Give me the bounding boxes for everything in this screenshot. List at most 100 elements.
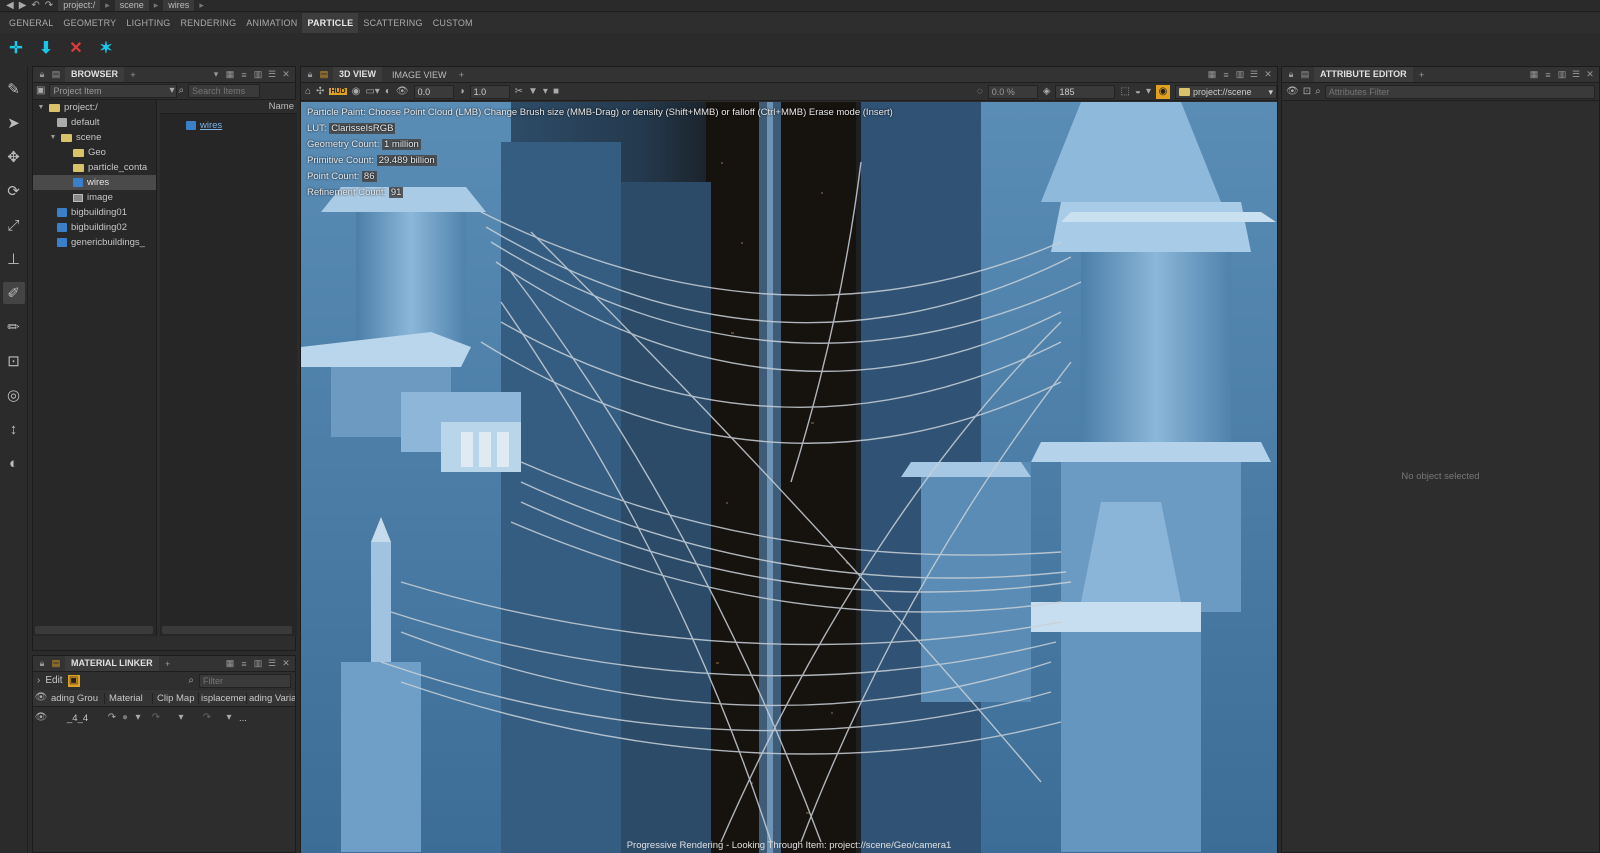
close-icon[interactable]: ✕	[281, 658, 291, 669]
columns-icon[interactable]: ▥	[253, 658, 263, 669]
filter-input[interactable]	[199, 673, 291, 688]
tree-item-project[interactable]: ▼ project:/	[33, 100, 156, 115]
tab-lighting[interactable]: LIGHTING	[121, 13, 175, 33]
render-mode-icon[interactable]: ◒	[1135, 86, 1141, 97]
color-swatch-icon[interactable]: ◐	[3, 452, 25, 474]
select-icon[interactable]: ➤	[3, 112, 25, 134]
create-icon[interactable]: ✛	[6, 39, 26, 59]
chevron-down-icon[interactable]: ▾	[543, 86, 548, 97]
tree-scrollbar[interactable]	[35, 626, 153, 634]
eye-icon[interactable]: 👁︎	[396, 86, 409, 97]
video-camera-icon[interactable]: ■	[553, 86, 559, 97]
add-tab-icon[interactable]: +	[457, 70, 467, 80]
delete-icon[interactable]: ✕	[66, 39, 86, 59]
panel-menu-icon[interactable]: ▤	[319, 69, 329, 80]
panel-menu-icon[interactable]: ▤	[51, 69, 61, 80]
home-icon[interactable]: ⌂	[305, 86, 311, 97]
columns-icon[interactable]: ▥	[253, 69, 263, 80]
breadcrumb-wires[interactable]: wires	[163, 0, 195, 11]
visibility-icon[interactable]: 👁︎	[1286, 86, 1299, 97]
tab-general[interactable]: GENERAL	[4, 13, 58, 33]
breadcrumb-scene[interactable]: scene	[114, 0, 149, 11]
brush-icon[interactable]: ✏	[3, 316, 25, 338]
chevron-down-icon[interactable]: ▾	[1146, 86, 1151, 97]
chevron-down-icon[interactable]: ▾	[219, 713, 239, 723]
column-shading-variable[interactable]: ading Varia	[247, 693, 295, 704]
tab-animation[interactable]: ANIMATION	[241, 13, 302, 33]
grid-icon[interactable]: ▦	[225, 658, 235, 669]
tree-item-wires[interactable]: wires	[33, 175, 156, 190]
move-icon[interactable]: ✥	[3, 146, 25, 168]
picker-icon[interactable]: ✎	[3, 78, 25, 100]
attributes-filter-input[interactable]	[1324, 84, 1595, 99]
tab-image-view[interactable]: IMAGE VIEW	[386, 70, 453, 80]
breadcrumb-project[interactable]: project:/	[58, 0, 101, 11]
column-clip-map[interactable]: Clip Map	[153, 692, 199, 704]
tree-item-default[interactable]: default	[33, 115, 156, 130]
menu-icon[interactable]: ☰	[1571, 69, 1581, 80]
tab-particle[interactable]: PARTICLE	[302, 13, 359, 33]
column-displacement[interactable]: isplacemen	[199, 692, 247, 704]
rotate-icon[interactable]: ⟳	[3, 180, 25, 202]
camera-lens-icon[interactable]: ◉	[352, 86, 361, 97]
snapshot-icon[interactable]: ⬚	[1120, 86, 1129, 97]
context-select[interactable]: project://scene ▾	[1175, 84, 1277, 99]
tab-custom[interactable]: CUSTOM	[428, 13, 478, 33]
lock-icon[interactable]: 🔒︎	[37, 69, 47, 80]
measure-icon[interactable]: ↕	[3, 418, 25, 440]
menu-icon[interactable]: ☰	[267, 658, 277, 669]
tree-item-bigbuilding01[interactable]: bigbuilding01	[33, 205, 156, 220]
render-view[interactable]	[301, 102, 1277, 853]
add-tab-icon[interactable]: +	[1417, 70, 1427, 80]
edit-menu[interactable]: Edit	[45, 675, 62, 686]
visibility-icon[interactable]: 👁︎	[33, 713, 49, 723]
hud-toggle[interactable]: HUD	[329, 88, 347, 95]
list-icon[interactable]: ≡	[239, 659, 249, 669]
gamma-icon[interactable]: ◑	[459, 86, 465, 97]
items-scrollbar[interactable]	[162, 626, 292, 634]
fill-icon[interactable]: ⬇	[36, 39, 56, 59]
link-arrow-icon[interactable]: ↷	[195, 713, 219, 723]
lock-icon[interactable]: 🔒︎	[305, 69, 315, 80]
link-arrow-icon[interactable]: ↷	[145, 713, 167, 723]
tree-item-bigbuilding02[interactable]: bigbuilding02	[33, 220, 156, 235]
add-tab-icon[interactable]: +	[163, 659, 173, 669]
item-wires[interactable]: wires	[160, 118, 297, 133]
dropdown-icon[interactable]: ▾	[211, 69, 221, 80]
link-arrow-icon[interactable]: ↷	[105, 713, 119, 723]
back-icon[interactable]: ◀	[6, 0, 14, 11]
visibility-icon[interactable]: 👁︎	[33, 693, 49, 703]
tab-3d-view[interactable]: 3D VIEW	[333, 67, 383, 82]
list-icon[interactable]: ≡	[1543, 70, 1553, 80]
display-icon[interactable]: ▭▾	[365, 86, 379, 97]
samples-value[interactable]: 185	[1055, 84, 1116, 99]
panel-menu-icon[interactable]: ▤	[51, 658, 61, 669]
tree-item-image[interactable]: image	[33, 190, 156, 205]
columns-icon[interactable]: ▥	[1235, 69, 1245, 80]
attribute-editor-title[interactable]: ATTRIBUTE EDITOR	[1314, 67, 1413, 82]
grid-icon[interactable]: ▦	[225, 69, 235, 80]
column-header-name[interactable]: Name	[160, 100, 297, 114]
grid-icon[interactable]: ▦	[1207, 69, 1217, 80]
filter-type-select[interactable]: Project Item	[49, 84, 178, 98]
collapse-arrow-icon[interactable]: ▼	[49, 130, 57, 145]
close-icon[interactable]: ✕	[1585, 69, 1595, 80]
tree-item-particle-container[interactable]: particle_conta	[33, 160, 156, 175]
redo-icon[interactable]: ↷	[45, 0, 53, 11]
tab-geometry[interactable]: GEOMETRY	[58, 13, 121, 33]
menu-icon[interactable]: ☰	[1249, 69, 1259, 80]
table-row[interactable]: 👁︎ _4_4 ↷ ● ▾ ↷ ▾ ↷ ▾ ...	[33, 710, 295, 726]
tab-rendering[interactable]: RENDERING	[175, 13, 241, 33]
highlight-icon[interactable]: ▣	[67, 674, 80, 687]
scatter-icon[interactable]: ✶	[96, 39, 116, 59]
chevron-down-icon[interactable]: ▾	[167, 713, 195, 723]
tree-item-scene[interactable]: ▼ scene	[33, 130, 156, 145]
forward-icon[interactable]: ▶	[19, 0, 27, 11]
exposure-icon[interactable]: ◐	[385, 86, 391, 97]
more-cell[interactable]: ...	[239, 713, 259, 724]
close-icon[interactable]: ✕	[1263, 69, 1273, 80]
tab-scattering[interactable]: SCATTERING	[358, 13, 427, 33]
collapse-arrow-icon[interactable]: ▼	[37, 100, 45, 115]
search-input[interactable]	[188, 84, 261, 98]
particle-paint-icon[interactable]: ✐	[2, 282, 25, 304]
